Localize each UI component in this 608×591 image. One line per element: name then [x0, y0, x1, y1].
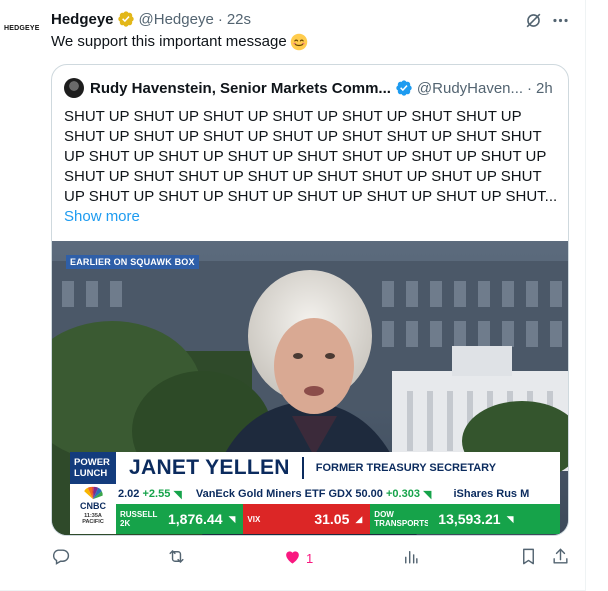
index-label: VIX	[243, 504, 305, 534]
up-arrow-icon: ◥	[506, 513, 514, 524]
up-arrow-icon: ◥	[419, 488, 432, 501]
name-separator	[301, 457, 304, 479]
cnbc-logo: CNBC 11:35A PACIFIC	[70, 484, 116, 534]
smiling-face-icon	[290, 33, 308, 51]
author-handle[interactable]: @Hedgeye	[139, 11, 214, 28]
broadcast-time: 11:35A PACIFIC	[82, 513, 104, 525]
quoted-author-avatar	[64, 78, 84, 98]
verified-gold-badge-icon[interactable]	[117, 10, 135, 28]
ticker-item: VanEck Gold Miners ETF GDX 50.00	[195, 488, 383, 500]
show-more-link[interactable]: Show more	[64, 207, 140, 227]
network-name: CNBC	[80, 501, 106, 511]
quoted-tweet-card[interactable]: Rudy Havenstein, Senior Markets Comm... …	[51, 64, 569, 536]
segment-tag: EARLIER ON SQUAWK BOX	[66, 255, 199, 269]
index-label: DOW TRANSPORTS	[370, 504, 429, 534]
avatar-logo-text: HEDGEYE	[4, 24, 40, 32]
ticker-change: +2.55	[142, 488, 171, 500]
tweet-timestamp[interactable]: 22s	[227, 11, 251, 28]
ticker-item: 2.02	[118, 488, 140, 500]
like-button[interactable]: 1	[283, 546, 313, 570]
ticker-change: +0.303	[385, 488, 420, 500]
show-badge: POWER LUNCH	[70, 452, 116, 484]
guest-name: JANET YELLEN	[129, 456, 290, 479]
tweet-actions-bar: 1	[51, 546, 569, 570]
views-chart-icon	[401, 547, 420, 569]
column-border-right	[585, 0, 586, 591]
tweet-text: We support this important message	[51, 32, 308, 52]
index-value: 13,593.21 ◥	[428, 504, 560, 534]
reply-button[interactable]	[51, 546, 70, 570]
bookmark-button[interactable]	[519, 546, 538, 570]
down-arrow-icon: ◢	[355, 513, 363, 524]
index-label: RUSSELL 2K	[116, 504, 158, 534]
retweet-button[interactable]	[167, 546, 186, 570]
index-value: 1,876.44 ◥	[158, 504, 244, 534]
retweet-icon	[167, 547, 186, 569]
header-separator: ·	[217, 10, 223, 28]
author-avatar[interactable]: HEDGEYE	[4, 16, 44, 40]
share-button[interactable]	[551, 546, 570, 570]
verified-blue-badge-icon	[395, 79, 413, 97]
like-count: 1	[306, 550, 314, 566]
grok-icon[interactable]	[523, 10, 543, 30]
quoted-header-separator: ·	[527, 79, 533, 97]
index-value: 31.05 ◢	[304, 504, 371, 534]
bookmark-icon	[519, 547, 538, 569]
quoted-author-name: Rudy Havenstein, Senior Markets Comm...	[90, 79, 391, 97]
time-zone: PACIFIC	[82, 519, 104, 525]
guest-title: FORMER TREASURY SECRETARY	[315, 462, 497, 474]
quoted-video-thumbnail[interactable]: EARLIER ON SQUAWK BOX POWER LUNCH JANET …	[52, 241, 568, 535]
up-arrow-icon: ◥	[228, 513, 236, 524]
quoted-author-handle: @RudyHaven...	[416, 79, 524, 97]
lower-third-banner: POWER LUNCH JANET YELLEN FORMER TREASURY…	[70, 452, 560, 484]
views-button[interactable]	[401, 546, 420, 570]
market-indices-bar: RUSSELL 2K 1,876.44 ◥ VIX 31.05 ◢ DOW TRAN…	[116, 504, 560, 534]
share-icon	[551, 547, 570, 569]
heart-icon	[283, 547, 302, 569]
reply-icon	[51, 547, 70, 569]
quoted-tweet-text: SHUT UP SHUT UP SHUT UP SHUT UP SHUT UP …	[64, 108, 558, 205]
stock-ticker: 2.02 +2.55 ◥ VanEck Gold Miners ETF GDX …	[70, 484, 560, 504]
guest-name-bar: JANET YELLEN FORMER TREASURY SECRETARY	[116, 452, 560, 484]
up-arrow-icon: ◥	[170, 488, 182, 501]
tweet-body: We support this important message	[51, 33, 287, 50]
quoted-tweet-header: Rudy Havenstein, Senior Markets Comm... …	[64, 77, 556, 99]
tweet-header: Hedgeye @Hedgeye · 22s	[51, 8, 578, 30]
ticker-item: iShares Rus M	[453, 488, 530, 500]
peacock-icon	[84, 486, 103, 500]
more-options-icon[interactable]	[550, 10, 570, 30]
quoted-timestamp: 2h	[536, 79, 553, 97]
author-name[interactable]: Hedgeye	[51, 11, 114, 28]
show-badge-text: POWER LUNCH	[74, 457, 110, 479]
